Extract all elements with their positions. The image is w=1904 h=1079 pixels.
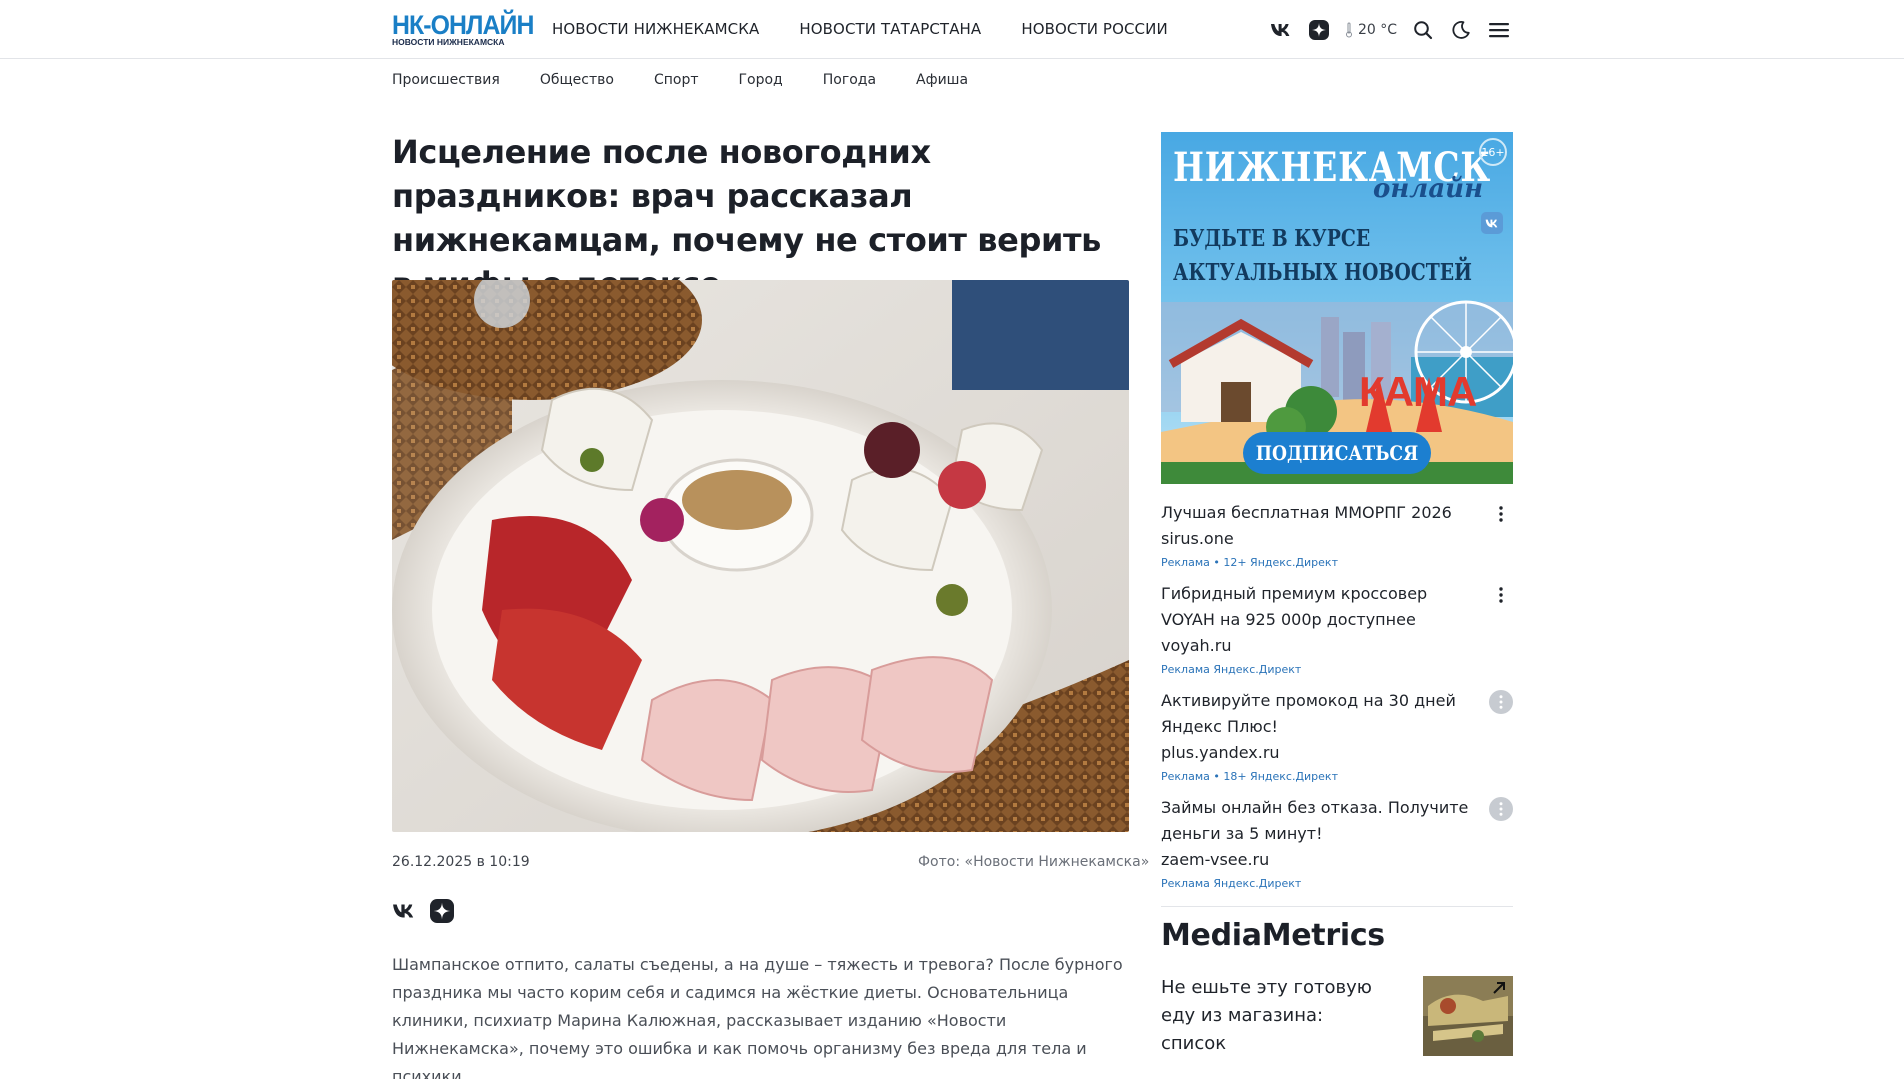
ad-title[interactable]: Займы онлайн без отказа. Получите деньги… bbox=[1161, 795, 1483, 847]
logo-main-text: НК-ОНЛАЙН bbox=[392, 10, 534, 40]
ad-label: Реклама • 12+ Яндекс.Директ bbox=[1161, 556, 1338, 569]
photo-credit: Фото: «Новости Нижнекамска» bbox=[918, 854, 1150, 870]
share-dzen-icon[interactable] bbox=[430, 899, 454, 923]
category-sport[interactable]: Спорт bbox=[654, 72, 699, 88]
search-icon[interactable] bbox=[1411, 18, 1435, 42]
weather-temperature: 20 °C bbox=[1357, 22, 1397, 38]
mediametrics-thumbnail[interactable] bbox=[1423, 976, 1513, 1056]
ad-title[interactable]: Лучшая бесплатная ММОРПГ 2026 bbox=[1161, 500, 1483, 526]
mediametrics-item-text[interactable]: Не ешьте эту готовую еду из магазина: сп… bbox=[1161, 974, 1391, 1058]
main-nav: НОВОСТИ НИЖНЕКАМСКА НОВОСТИ ТАТАРСТАНА Н… bbox=[552, 20, 1168, 38]
thermometer-icon bbox=[1345, 22, 1352, 38]
ad-more-icon[interactable] bbox=[1489, 797, 1513, 821]
ad-label: Реклама Яндекс.Директ bbox=[1161, 663, 1302, 676]
banner-text: БУДЬТЕ В КУРСЕ АКТУАЛЬНЫХ НОВОСТЕЙ bbox=[1173, 222, 1472, 290]
ad-title[interactable]: Гибридный премиум кроссовер VOYAH на 925… bbox=[1161, 581, 1483, 633]
nav-tatarstan-news[interactable]: НОВОСТИ ТАТАРСТАНА bbox=[799, 20, 981, 38]
banner-line-2: АКТУАЛЬНЫХ НОВОСТЕЙ bbox=[1173, 259, 1473, 286]
nav-russia-news[interactable]: НОВОСТИ РОССИИ bbox=[1021, 20, 1167, 38]
ad-item[interactable]: Гибридный премиум кроссовер VOYAH на 925… bbox=[1161, 581, 1513, 678]
category-city[interactable]: Город bbox=[739, 72, 783, 88]
dzen-icon[interactable] bbox=[1307, 18, 1331, 42]
age-rating-badge: 16+ bbox=[1479, 138, 1507, 166]
ad-label: Реклама Яндекс.Директ bbox=[1161, 877, 1302, 890]
site-logo[interactable]: НК-ОНЛАЙН НОВОСТИ НИЖНЕКАМСКА bbox=[392, 10, 534, 48]
banner-line-1: БУДЬТЕ В КУРСЕ bbox=[1173, 225, 1371, 252]
article-lead: Шампанское отпито, салаты съедены, а на … bbox=[392, 955, 1123, 1079]
category-society[interactable]: Общество bbox=[540, 72, 614, 88]
mediametrics-heading: MediaMetrics bbox=[1161, 918, 1385, 953]
ad-domain[interactable]: plus.yandex.ru bbox=[1161, 740, 1483, 766]
article-date: 26.12.2025 в 10:19 bbox=[392, 854, 530, 870]
top-header: НК-ОНЛАЙН НОВОСТИ НИЖНЕКАМСКА НОВОСТИ НИ… bbox=[0, 0, 1904, 59]
share-vk-icon[interactable] bbox=[392, 899, 416, 923]
banner-vk-icon bbox=[1481, 212, 1503, 234]
vk-icon[interactable] bbox=[1269, 18, 1293, 42]
banner-subscribe-button[interactable]: ПОДПИСАТЬСЯ bbox=[1256, 432, 1419, 474]
ad-item[interactable]: Займы онлайн без отказа. Получите деньги… bbox=[1161, 795, 1513, 892]
banner-kama-sign: КАМА bbox=[1359, 368, 1477, 415]
ad-item[interactable]: Лучшая бесплатная ММОРПГ 2026 sirus.one … bbox=[1161, 500, 1513, 571]
sidebar-divider bbox=[1161, 906, 1513, 907]
ad-domain[interactable]: sirus.one bbox=[1161, 526, 1483, 552]
ad-label: Реклама • 18+ Яндекс.Директ bbox=[1161, 770, 1338, 783]
menu-icon[interactable] bbox=[1487, 18, 1511, 42]
external-link-icon bbox=[1489, 978, 1509, 998]
category-nav: Происшествия Общество Спорт Город Погода… bbox=[392, 72, 968, 88]
ad-more-icon[interactable] bbox=[1489, 690, 1513, 714]
weather-widget[interactable]: 20 °C bbox=[1345, 22, 1397, 38]
subscribe-banner[interactable]: НИЖНЕКАМСК онлайн 16+ БУДЬТЕ В КУРСЕ АКТ… bbox=[1161, 132, 1513, 484]
ad-item[interactable]: Активируйте промокод на 30 дней Яндекс П… bbox=[1161, 688, 1513, 785]
category-weather[interactable]: Погода bbox=[823, 72, 876, 88]
ad-list: Лучшая бесплатная ММОРПГ 2026 sirus.one … bbox=[1161, 500, 1513, 902]
category-incidents[interactable]: Происшествия bbox=[392, 72, 500, 88]
ad-domain[interactable]: zaem-vsee.ru bbox=[1161, 847, 1483, 873]
ad-more-icon[interactable] bbox=[1489, 502, 1513, 526]
share-buttons bbox=[392, 899, 454, 923]
header-tools: 20 °C bbox=[1269, 14, 1511, 46]
article-photo bbox=[392, 280, 1129, 832]
ad-domain[interactable]: voyah.ru bbox=[1161, 633, 1483, 659]
ad-more-icon[interactable] bbox=[1489, 583, 1513, 607]
nav-nizhnekamsk-news[interactable]: НОВОСТИ НИЖНЕКАМСКА bbox=[552, 20, 759, 38]
banner-script: онлайн bbox=[1373, 174, 1484, 204]
category-events[interactable]: Афиша bbox=[916, 72, 968, 88]
ad-title[interactable]: Активируйте промокод на 30 дней Яндекс П… bbox=[1161, 688, 1483, 740]
moon-icon[interactable] bbox=[1449, 18, 1473, 42]
mediametrics-item[interactable]: Не ешьте эту готовую еду из магазина: сп… bbox=[1161, 974, 1513, 1058]
